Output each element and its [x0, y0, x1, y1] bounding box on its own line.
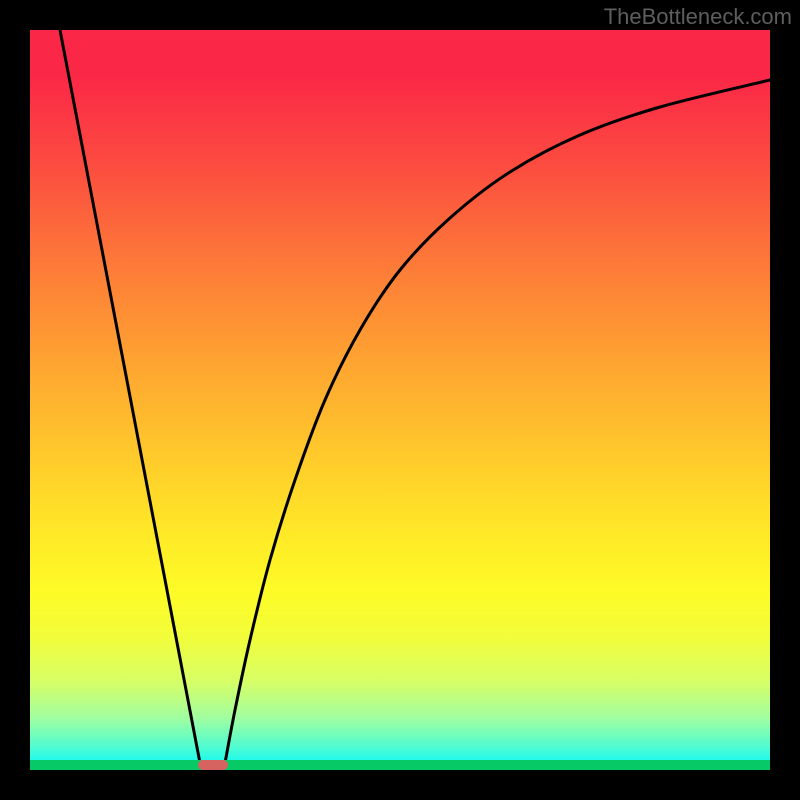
curve-svg [30, 30, 770, 770]
bottleneck-marker [198, 760, 228, 770]
left-line-path [60, 30, 200, 763]
green-baseline [30, 760, 770, 770]
chart-frame: TheBottleneck.com [0, 0, 800, 800]
attribution-text: TheBottleneck.com [604, 4, 792, 30]
right-curve-path [225, 80, 770, 763]
plot-area [30, 30, 770, 770]
